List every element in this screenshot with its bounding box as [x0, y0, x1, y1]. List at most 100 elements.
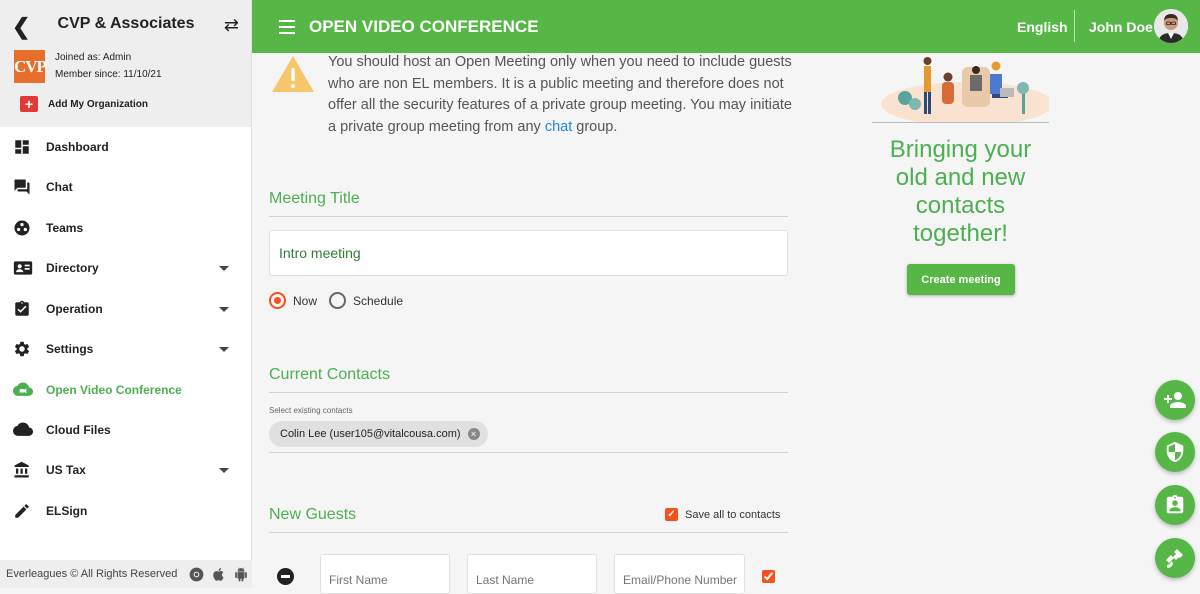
- meeting-title-input[interactable]: [269, 230, 788, 276]
- joined-as: Joined as: Admin: [55, 52, 132, 63]
- now-label: Now: [293, 293, 318, 308]
- divider: [269, 532, 788, 533]
- select-contacts-label: Select existing contacts: [269, 406, 353, 415]
- radio-selected-icon: [269, 292, 286, 309]
- sidebar-item-label: Directory: [46, 261, 99, 275]
- current-contacts-heading: Current Contacts: [269, 366, 390, 383]
- sidebar-item-dashboard[interactable]: Dashboard: [0, 127, 252, 167]
- user-name[interactable]: John Doe: [1089, 19, 1153, 35]
- satellite-button[interactable]: [1155, 538, 1195, 578]
- sidebar-item-us-tax[interactable]: US Tax: [0, 450, 252, 490]
- sidebar-item-teams[interactable]: Teams: [0, 208, 252, 248]
- menu-icon[interactable]: [279, 20, 295, 38]
- header-divider: [1074, 10, 1075, 42]
- language-selector[interactable]: English: [1017, 19, 1068, 35]
- id-badge-icon: [1166, 494, 1184, 514]
- sidebar: ❮ CVP & Associates ⇄ CVP Joined as: Admi…: [0, 0, 252, 588]
- sidebar-item-label: Chat: [46, 180, 73, 194]
- contact-card-icon: [0, 260, 46, 276]
- sidebar-item-label: Operation: [46, 302, 103, 316]
- sidebar-item-label: Settings: [46, 342, 94, 356]
- pencil-icon: [0, 502, 46, 520]
- sidebar-item-label: ELSign: [46, 504, 88, 518]
- avatar[interactable]: [1154, 9, 1188, 43]
- now-radio[interactable]: Now: [269, 292, 317, 309]
- member-since: Member since: 11/10/21: [55, 69, 162, 80]
- close-icon[interactable]: ×: [467, 428, 480, 440]
- sidebar-item-label: Cloud Files: [46, 423, 111, 437]
- create-meeting-button[interactable]: Create meeting: [907, 264, 1015, 295]
- guest-save-checkbox[interactable]: [762, 570, 775, 583]
- add-organization-label: Add My Organization: [48, 98, 148, 110]
- promo-divider: [872, 122, 1049, 123]
- add-organization-icon: +: [20, 96, 38, 112]
- chevron-down-icon[interactable]: [219, 467, 229, 473]
- last-name-field[interactable]: [467, 554, 597, 594]
- checkbox-checked-icon: ✓: [665, 508, 678, 521]
- radio-empty-icon: [329, 292, 346, 309]
- team-illustration: [881, 57, 1049, 123]
- add-contact-icon: [1164, 392, 1186, 408]
- schedule-label: Schedule: [353, 293, 404, 308]
- save-all-label: Save all to contacts: [685, 508, 781, 521]
- chrome-icon[interactable]: [189, 567, 204, 582]
- teams-icon: [0, 219, 46, 237]
- apple-icon[interactable]: [212, 567, 226, 582]
- promo-headline: Bringing your old and new contacts toget…: [872, 136, 1049, 248]
- contact-chip[interactable]: Colin Lee (user105@vitalcousa.com) ×: [269, 421, 488, 447]
- chevron-down-icon[interactable]: [219, 306, 229, 312]
- sidebar-item-elsign[interactable]: ELSign: [0, 491, 252, 531]
- security-button[interactable]: [1155, 432, 1195, 472]
- sidebar-item-settings[interactable]: Settings: [0, 329, 252, 369]
- remove-guest-button[interactable]: [277, 568, 294, 585]
- android-icon[interactable]: [234, 567, 248, 582]
- sidebar-item-label: Dashboard: [46, 140, 109, 154]
- notice-end: group.: [572, 118, 618, 135]
- sidebar-item-open-video-conference[interactable]: Open Video Conference: [0, 370, 252, 410]
- page-title: OPEN VIDEO CONFERENCE: [309, 17, 539, 36]
- contact-chip-label: Colin Lee (user105@vitalcousa.com): [280, 428, 461, 440]
- chevron-down-icon[interactable]: [219, 265, 229, 271]
- org-header: ❮ CVP & Associates ⇄ CVP Joined as: Admi…: [0, 0, 251, 127]
- divider: [269, 392, 788, 393]
- dashboard-icon: [0, 138, 46, 156]
- sidebar-item-directory[interactable]: Directory: [0, 248, 252, 288]
- divider: [269, 216, 788, 217]
- clipboard-check-icon: [0, 300, 46, 318]
- sidebar-item-label: Teams: [46, 221, 84, 235]
- sidebar-item-label: Open Video Conference: [46, 383, 182, 397]
- warning-icon: [272, 56, 314, 92]
- meeting-title-heading: Meeting Title: [269, 190, 360, 207]
- id-badge-button[interactable]: [1155, 485, 1195, 525]
- shield-icon: [1166, 441, 1184, 463]
- first-name-field[interactable]: [320, 554, 450, 594]
- chat-link[interactable]: chat: [545, 119, 572, 135]
- swap-icon[interactable]: ⇄: [224, 15, 239, 36]
- org-logo: CVP: [14, 50, 47, 83]
- sidebar-item-chat[interactable]: Chat: [0, 167, 252, 207]
- satellite-icon: [1166, 549, 1183, 568]
- gear-icon: [0, 340, 46, 358]
- schedule-radio[interactable]: Schedule: [329, 292, 403, 309]
- contacts-underline: [269, 452, 788, 453]
- sidebar-footer: Everleagues © All Rights Reserved: [0, 560, 252, 588]
- promo-line: contacts: [915, 192, 1006, 219]
- chevron-down-icon[interactable]: [219, 346, 229, 352]
- save-all-to-contacts-checkbox[interactable]: ✓ Save all to contacts: [665, 508, 780, 521]
- promo-line: Bringing your: [889, 136, 1032, 163]
- copyright: Everleagues © All Rights Reserved: [6, 568, 178, 580]
- cloud-icon: [0, 422, 46, 438]
- new-guests-heading: New Guests: [269, 506, 357, 523]
- sidebar-item-operation[interactable]: Operation: [0, 289, 252, 329]
- email-phone-field[interactable]: [614, 554, 745, 594]
- add-contact-button[interactable]: [1155, 380, 1195, 420]
- add-organization-button[interactable]: + Add My Organization: [20, 96, 148, 112]
- sidebar-item-cloud-files[interactable]: Cloud Files: [0, 410, 252, 450]
- cloud-video-icon: [0, 382, 46, 398]
- bank-icon: [0, 461, 46, 479]
- sidebar-item-label: US Tax: [46, 463, 86, 477]
- org-name: CVP & Associates: [57, 15, 195, 32]
- notice-text: You should host an Open Meeting only whe…: [328, 52, 798, 138]
- top-bar: OPEN VIDEO CONFERENCE English John Doe: [252, 0, 1200, 53]
- chat-icon: [0, 178, 46, 196]
